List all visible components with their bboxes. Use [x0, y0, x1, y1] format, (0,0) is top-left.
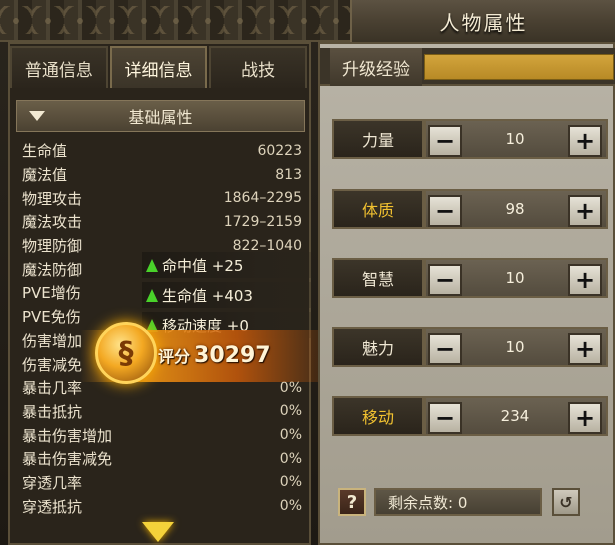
stat-row: 穿透几率 0% [22, 471, 302, 495]
stat-value: 0% [279, 427, 302, 444]
stat-value: 1864–2295 [223, 190, 302, 207]
right-panel: 升级经验 力量 − 10 + 体质 − 98 + 智慧 − 10 + 魅力 − … [318, 42, 615, 545]
stat-value: 0% [279, 498, 302, 515]
decrease-button[interactable]: − [428, 195, 462, 227]
attribute-stepper: − 10 + [424, 119, 608, 159]
attribute-stepper: − 98 + [424, 189, 608, 229]
tab-bar: 普通信息 详细信息 战技 [10, 46, 309, 88]
score-medal-icon: § [95, 322, 157, 384]
stat-name: 魔法防御 [22, 260, 83, 279]
stat-name: 生命值 [22, 142, 68, 161]
help-button[interactable]: ? [338, 488, 366, 516]
section-header-basic-attributes[interactable]: 基础属性 [16, 100, 305, 132]
reset-points-button[interactable]: ↺ [552, 488, 580, 516]
tab-combat-skills[interactable]: 战技 [209, 46, 308, 88]
stat-name: 物理防御 [22, 237, 83, 256]
green-up-arrow-icon [146, 288, 158, 302]
increase-button[interactable]: + [568, 264, 602, 296]
stat-row: 魔法值 813 [22, 163, 302, 187]
stat-name: 魔法攻击 [22, 213, 83, 232]
experience-progress-fill [424, 54, 614, 80]
attribute-row-strength: 力量 − 10 + [332, 119, 608, 159]
increase-button[interactable]: + [568, 125, 602, 157]
window-title: 人物属性 [439, 10, 528, 35]
top-ornament [0, 0, 350, 42]
stat-row: 生命值 60223 [22, 139, 302, 163]
attribute-value: 234 [500, 407, 530, 425]
section-title: 基础属性 [128, 108, 193, 127]
decrease-button[interactable]: − [428, 402, 462, 434]
collapse-triangle-icon [29, 111, 45, 121]
attribute-stepper: − 10 + [424, 258, 608, 298]
stat-name: 暴击伤害增加 [22, 426, 113, 445]
increase-button[interactable]: + [568, 402, 602, 434]
stat-row: 暴击伤害增加 0% [22, 423, 302, 447]
attribute-stepper: − 10 + [424, 327, 608, 367]
stat-name: 暴击伤害减免 [22, 450, 113, 469]
decrease-button[interactable]: − [428, 264, 462, 296]
stat-name: 穿透几率 [22, 473, 83, 492]
popup-line: 命中值 +25 [142, 252, 312, 278]
stat-name: 物理攻击 [22, 189, 83, 208]
attribute-stepper: − 234 + [424, 396, 608, 436]
stat-row: 物理攻击 1864–2295 [22, 186, 302, 210]
attribute-value: 10 [505, 130, 525, 148]
stat-value: 0% [279, 474, 302, 491]
stat-name: 伤害增加 [22, 331, 83, 350]
stat-name: PVE增伤 [22, 284, 81, 303]
character-attributes-window: 人物属性 普通信息 详细信息 战技 基础属性 生命值 60223 魔法值 813 物… [0, 0, 615, 545]
popup-line-text: 命中值 +25 [162, 256, 244, 275]
decrease-button[interactable]: − [428, 125, 462, 157]
attribute-row-constitution: 体质 − 98 + [332, 189, 608, 229]
attribute-value: 98 [505, 200, 525, 218]
stat-value: 0% [279, 450, 302, 467]
experience-label: 升级经验 [330, 48, 422, 86]
stat-name: 魔法值 [22, 166, 68, 185]
stat-name: 伤害减免 [22, 355, 83, 374]
popup-line-text: 生命值 +403 [162, 286, 253, 305]
increase-button[interactable]: + [568, 195, 602, 227]
stat-row: 穿透抵抗 0% [22, 494, 302, 518]
attribute-row-wisdom: 智慧 − 10 + [332, 258, 608, 298]
stat-value: 0% [279, 403, 302, 420]
remaining-points-display: 剩余点数: 0 [374, 488, 542, 516]
score-value: 30297 [194, 343, 271, 368]
attribute-row-movement: 移动 − 234 + [332, 396, 608, 436]
tab-detailed-info[interactable]: 详细信息 [109, 46, 208, 88]
stat-row: 魔法攻击 1729–2159 [22, 210, 302, 234]
attribute-row-charm: 魅力 − 10 + [332, 327, 608, 367]
score-display: 评分 30297 [158, 343, 271, 368]
stat-value: 1729–2159 [223, 213, 302, 230]
attribute-label: 魅力 [332, 327, 424, 367]
experience-bar: 升级经验 [320, 48, 615, 86]
green-up-arrow-icon [146, 258, 158, 272]
attribute-label: 移动 [332, 396, 424, 436]
stat-value: 813 [275, 166, 302, 183]
stat-name: 暴击抵抗 [22, 402, 83, 421]
stat-name: 暴击几率 [22, 379, 83, 398]
stat-row: 暴击伤害减免 0% [22, 447, 302, 471]
stat-value: 60223 [257, 142, 302, 159]
popup-line: 生命值 +403 [142, 282, 312, 308]
attribute-label: 智慧 [332, 258, 424, 298]
stat-value: 0% [279, 379, 302, 396]
title-bar: 人物属性 [350, 0, 615, 42]
stat-name: 穿透抵抗 [22, 497, 83, 516]
tab-general-info[interactable]: 普通信息 [10, 46, 108, 88]
scroll-down-arrow-icon[interactable] [142, 522, 174, 542]
attribute-value: 10 [505, 269, 525, 287]
score-label: 评分 [158, 347, 191, 366]
increase-button[interactable]: + [568, 333, 602, 365]
decrease-button[interactable]: − [428, 333, 462, 365]
attribute-label: 体质 [332, 189, 424, 229]
attribute-value: 10 [505, 338, 525, 356]
stat-row: 暴击抵抗 0% [22, 400, 302, 424]
stat-name: PVE免伤 [22, 308, 81, 327]
attribute-label: 力量 [332, 119, 424, 159]
